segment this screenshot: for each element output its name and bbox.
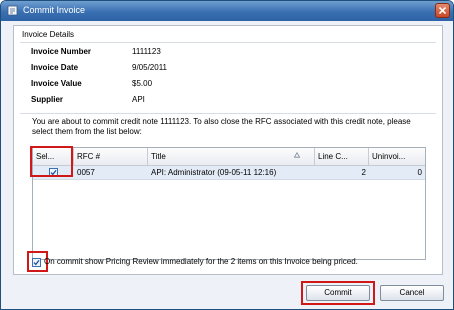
- column-header-uninvoiced[interactable]: Uninvoi...: [369, 148, 425, 165]
- invoice-number-value: 1111123: [132, 47, 161, 56]
- rfc-grid[interactable]: Sel... RFC # Title Line C... Uninvoi...: [32, 147, 426, 260]
- commit-button-highlight: [301, 281, 375, 305]
- table-row[interactable]: 0057 API: Administrator (09-05-11 12:16)…: [33, 166, 425, 180]
- column-header-rfc[interactable]: RFC #: [74, 148, 148, 165]
- invoice-value-value: $5.00: [132, 79, 153, 88]
- invoice-date-value: 9/05/2011: [132, 63, 167, 72]
- close-icon: [439, 7, 446, 14]
- title-bar[interactable]: Commit Invoice: [1, 1, 453, 21]
- invoice-number-label: Invoice Number: [31, 47, 92, 56]
- group-title: Invoice Details: [22, 30, 75, 39]
- grid-header: Sel... RFC # Title Line C... Uninvoi...: [33, 148, 425, 166]
- pricing-review-label: On commit show Pricing Review immediatel…: [44, 257, 358, 266]
- cancel-button[interactable]: Cancel: [380, 285, 444, 301]
- document-icon: [7, 5, 18, 16]
- line-count-cell: 2: [361, 168, 366, 177]
- supplier-label: Supplier: [31, 95, 64, 104]
- rfc-number-cell: 0057: [77, 168, 95, 177]
- section-divider: [20, 113, 436, 114]
- group-divider: [20, 42, 436, 43]
- invoice-details-panel: Invoice Details Invoice Number 1111123 I…: [13, 25, 443, 275]
- supplier-value: API: [132, 95, 145, 104]
- close-button[interactable]: [435, 3, 450, 18]
- column-header-line-count[interactable]: Line C...: [315, 148, 369, 165]
- uninvoiced-cell: 0: [417, 168, 422, 177]
- commit-invoice-dialog: Commit Invoice Invoice Details Invoice N…: [0, 0, 454, 310]
- invoice-date-label: Invoice Date: [31, 63, 79, 72]
- sort-ascending-icon: [294, 152, 300, 158]
- window-title: Commit Invoice: [23, 5, 86, 15]
- title-cell: API: Administrator (09-05-11 12:16): [151, 168, 277, 177]
- select-column-highlight: [30, 146, 73, 177]
- column-header-title[interactable]: Title: [148, 148, 315, 165]
- commit-message: You are about to commit credit note 1111…: [32, 117, 411, 136]
- invoice-value-label: Invoice Value: [31, 79, 82, 88]
